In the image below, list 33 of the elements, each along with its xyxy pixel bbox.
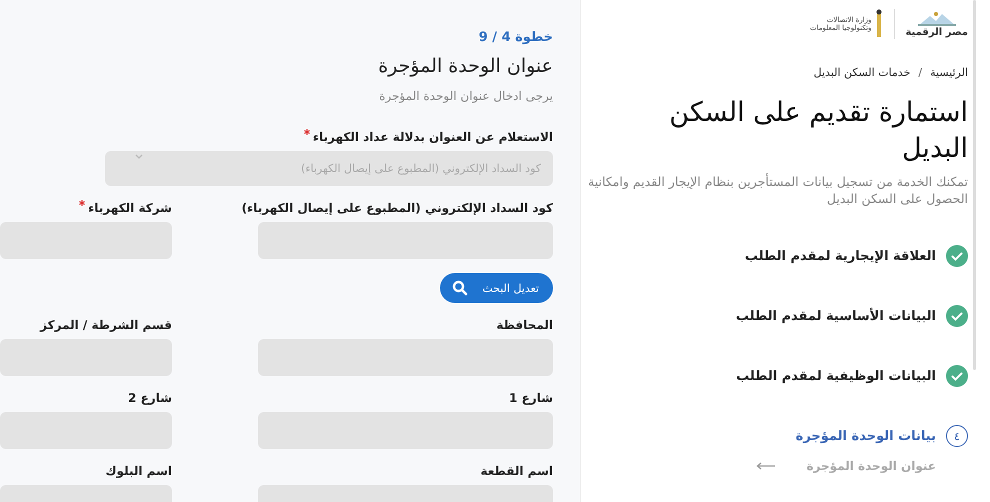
search-icon — [452, 280, 468, 296]
edit-search-button[interactable]: تعديل البحث — [440, 273, 553, 303]
check-icon — [946, 365, 968, 387]
field-label: كود السداد الإلكتروني (المطبوع على إيصال الكهرباء) — [242, 200, 553, 216]
step-counter: خطوة 4 / 9 — [478, 30, 553, 45]
scrollbar[interactable] — [973, 0, 976, 370]
emblem-icon — [874, 9, 884, 39]
field-label: الاستعلام عن العنوان بدلالة عداد الكهرباء — [312, 129, 553, 145]
field-label: قسم الشرطة / المركز — [40, 317, 172, 333]
step-label[interactable]: البيانات الوظيفية لمقدم الطلب — [736, 368, 936, 384]
check-icon — [946, 305, 968, 327]
breadcrumb-link[interactable]: الرئيسية — [930, 66, 968, 79]
breadcrumb-link[interactable]: خدمات السكن البديل — [814, 66, 910, 79]
field-label: شارع 2 — [128, 390, 172, 406]
step-label[interactable]: البيانات الأساسية لمقدم الطلب — [736, 308, 936, 324]
breadcrumb-separator: / — [918, 66, 922, 79]
page-description: تمكنك الخدمة من تسجيل بيانات المستأجرين بنظام الإيجار القديم وامكانية الحصول على السكن البديل — [587, 173, 968, 207]
pyramid-logo-icon — [916, 10, 958, 26]
step-label[interactable]: العلاقة الإيجارية لمقدم الطلب — [744, 248, 936, 264]
step-label[interactable]: بيانات الوحدة المؤجرة — [796, 428, 936, 444]
arrow-icon — [756, 462, 776, 470]
field-label: المحافظة — [496, 317, 553, 333]
field-label: اسم القطعة — [480, 463, 553, 479]
caret-icon — [135, 154, 143, 160]
section-subtitle: يرجى ادخال عنوان الوحدة المؤجرة — [378, 89, 553, 103]
section-title: عنوان الوحدة المؤجرة — [377, 55, 553, 77]
field-label: اسم البلوك — [106, 463, 172, 479]
field-label: شركة الكهرباء — [88, 200, 172, 216]
field-label: شارع 1 — [509, 390, 553, 406]
logo-text: مصر الرقمية — [905, 26, 968, 38]
check-icon — [946, 245, 968, 267]
step-number: ٤ — [946, 425, 968, 447]
page-title: استمارة تقديم على السكن البديل — [668, 96, 968, 166]
